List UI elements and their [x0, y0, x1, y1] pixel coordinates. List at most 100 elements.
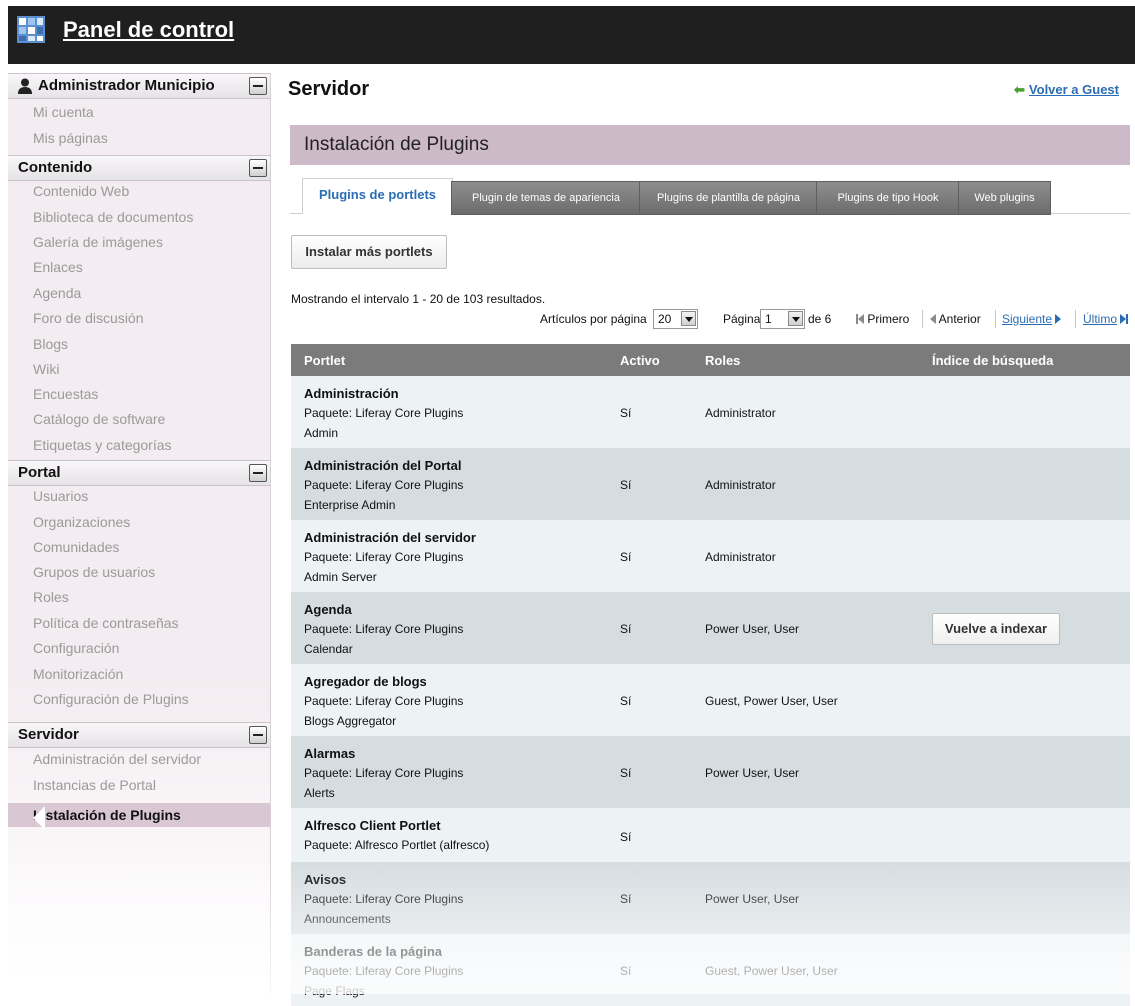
page-select[interactable]: 1	[760, 309, 805, 329]
sidebar-item-monitorizacion[interactable]: Monitorización	[33, 665, 123, 683]
user-icon	[18, 78, 32, 94]
sidebar-item-instalacion-de-plugins[interactable]: Instalación de Plugins	[8, 803, 270, 830]
portlet-active: Sí	[620, 622, 632, 636]
column-header-search-index[interactable]: Índice de búsqueda	[932, 353, 1053, 368]
portlet-id: Enterprise Admin	[304, 498, 396, 512]
liferay-logo-icon	[17, 16, 45, 43]
pager-separator	[1075, 310, 1076, 328]
first-page-label: Primero	[867, 312, 910, 326]
sidebar-item-enlaces[interactable]: Enlaces	[33, 258, 83, 276]
sidebar-item-catalogo-de-software[interactable]: Catálogo de software	[33, 410, 165, 428]
table-row: Agenda Paquete: Liferay Core Plugins Calen…	[291, 592, 1130, 664]
portlet-roles: Administrator	[705, 478, 776, 492]
portlet-id: Announcements	[304, 912, 391, 926]
sidebar-section-contenido[interactable]: Contenido	[8, 155, 270, 181]
sidebar-section-title: Portal	[18, 464, 61, 481]
portlet-active: Sí	[620, 766, 632, 780]
portlet-package: Paquete: Liferay Core Plugins	[304, 964, 464, 978]
sidebar-item-galeria-de-imagenes[interactable]: Galería de imágenes	[33, 233, 163, 251]
collapse-icon[interactable]	[249, 159, 267, 177]
portlet-name: Alfresco Client Portlet	[304, 818, 441, 833]
pager-separator	[995, 310, 996, 328]
install-more-portlets-button[interactable]: Instalar más portlets	[291, 235, 447, 269]
tab-plugin-de-temas-de-apariencia[interactable]: Plugin de temas de apariencia	[451, 181, 641, 215]
per-page-label: Artículos por página	[540, 312, 647, 326]
collapse-icon[interactable]	[249, 77, 267, 95]
section-header: Instalación de Plugins	[290, 125, 1130, 165]
table-row: Alarmas Paquete: Liferay Core Plugins Aler…	[291, 736, 1130, 808]
sidebar-section-portal[interactable]: Portal	[8, 460, 270, 486]
next-page-button[interactable]: Siguiente	[1002, 312, 1062, 326]
sidebar-item-mis-paginas[interactable]: Mis páginas	[33, 129, 108, 147]
page-label: Página	[723, 312, 761, 326]
sidebar-item-grupos-de-usuarios[interactable]: Grupos de usuarios	[33, 563, 155, 581]
back-to-guest-link[interactable]: ⬅ Volver a Guest	[1014, 82, 1119, 98]
pager-separator	[922, 310, 923, 328]
portlet-active: Sí	[620, 830, 632, 844]
next-page-icon	[1055, 314, 1062, 324]
section-title: Instalación de Plugins	[304, 134, 489, 155]
portlet-package: Paquete: Liferay Core Plugins	[304, 550, 464, 564]
sidebar-item-organizaciones[interactable]: Organizaciones	[33, 513, 130, 531]
tab-plugins-de-portlets[interactable]: Plugins de portlets	[302, 178, 453, 214]
sidebar-item-mi-cuenta[interactable]: Mi cuenta	[33, 103, 94, 121]
portlet-active: Sí	[620, 478, 632, 492]
app-title-link[interactable]: Panel de control	[63, 16, 234, 44]
table-row: Administración Paquete: Liferay Core Plug…	[291, 376, 1130, 448]
portlet-name: Agregador de blogs	[304, 674, 427, 689]
column-header-portlet[interactable]: Portlet	[304, 353, 345, 368]
portlet-name: Avisos	[304, 872, 347, 887]
per-page-select[interactable]: 20	[653, 309, 698, 329]
tab-plugins-de-tipo-hook[interactable]: Plugins de tipo Hook	[816, 181, 960, 215]
sidebar-section-administrador-municipio[interactable]: Administrador Municipio	[8, 73, 270, 99]
collapse-icon[interactable]	[249, 726, 267, 744]
sidebar-item-encuestas[interactable]: Encuestas	[33, 385, 98, 403]
sidebar-section-servidor[interactable]: Servidor	[8, 722, 270, 748]
sidebar-item-roles[interactable]: Roles	[33, 588, 69, 606]
sidebar-item-contenido-web[interactable]: Contenido Web	[33, 182, 129, 200]
tab-plugins-de-plantilla-de-pagina[interactable]: Plugins de plantilla de página	[639, 181, 818, 215]
tab-web-plugins[interactable]: Web plugins	[958, 181, 1051, 215]
portlet-roles: Guest, Power User, User	[705, 964, 838, 978]
sidebar-item-etiquetas-y-categorias[interactable]: Etiquetas y categorías	[33, 436, 172, 454]
portlet-active: Sí	[620, 892, 632, 906]
sidebar-item-label: Instalación de Plugins	[33, 807, 181, 823]
portlet-id: Admin	[304, 426, 339, 440]
last-page-button[interactable]: Último	[1083, 312, 1129, 326]
portlet-package: Paquete: Liferay Core Plugins	[304, 622, 464, 636]
first-page-button[interactable]: Primero	[856, 312, 909, 326]
table-row: Administración del servidor Paquete: Life…	[291, 520, 1130, 592]
sidebar-item-blogs[interactable]: Blogs	[33, 335, 68, 353]
portlet-roles: Power User, User	[705, 622, 800, 636]
sidebar-section-title: Administrador Municipio	[38, 77, 215, 94]
portlet-active: Sí	[620, 964, 632, 978]
sidebar-item-administracion-del-servidor[interactable]: Administración del servidor	[33, 750, 201, 768]
sidebar-item-politica-de-contrasenas[interactable]: Política de contraseñas	[33, 614, 179, 632]
sidebar-section-title: Contenido	[18, 159, 93, 176]
back-arrow-icon: ⬅	[1014, 82, 1025, 97]
portlet-name: Alarmas	[304, 746, 356, 761]
collapse-icon[interactable]	[249, 464, 267, 482]
column-header-active[interactable]: Activo	[620, 353, 660, 368]
portlet-roles: Administrator	[705, 550, 776, 564]
sidebar-item-wiki[interactable]: Wiki	[33, 360, 59, 378]
chevron-down-icon	[681, 311, 696, 326]
first-page-arrow-icon	[858, 314, 864, 324]
sidebar-item-foro-de-discusion[interactable]: Foro de discusión	[33, 309, 144, 327]
reindex-button[interactable]: Vuelve a indexar	[932, 613, 1060, 645]
sidebar-item-biblioteca-de-documentos[interactable]: Biblioteca de documentos	[33, 208, 193, 226]
per-page-value: 20	[658, 312, 672, 326]
sidebar-item-instancias-de-portal[interactable]: Instancias de Portal	[33, 776, 156, 794]
portlet-package: Paquete: Liferay Core Plugins	[304, 694, 464, 708]
portlet-id: Admin Server	[304, 570, 377, 584]
previous-page-button[interactable]: Anterior	[930, 312, 981, 326]
column-header-roles[interactable]: Roles	[705, 353, 740, 368]
previous-page-icon	[930, 314, 936, 324]
sidebar-item-configuracion-de-plugins[interactable]: Configuración de Plugins	[33, 690, 189, 708]
sidebar-item-comunidades[interactable]: Comunidades	[33, 538, 119, 556]
sidebar-item-configuracion[interactable]: Configuración	[33, 639, 119, 657]
next-page-label: Siguiente	[1002, 312, 1053, 326]
sidebar-item-agenda[interactable]: Agenda	[33, 284, 81, 302]
sidebar-item-usuarios[interactable]: Usuarios	[33, 487, 88, 505]
last-page-label: Último	[1083, 312, 1118, 326]
